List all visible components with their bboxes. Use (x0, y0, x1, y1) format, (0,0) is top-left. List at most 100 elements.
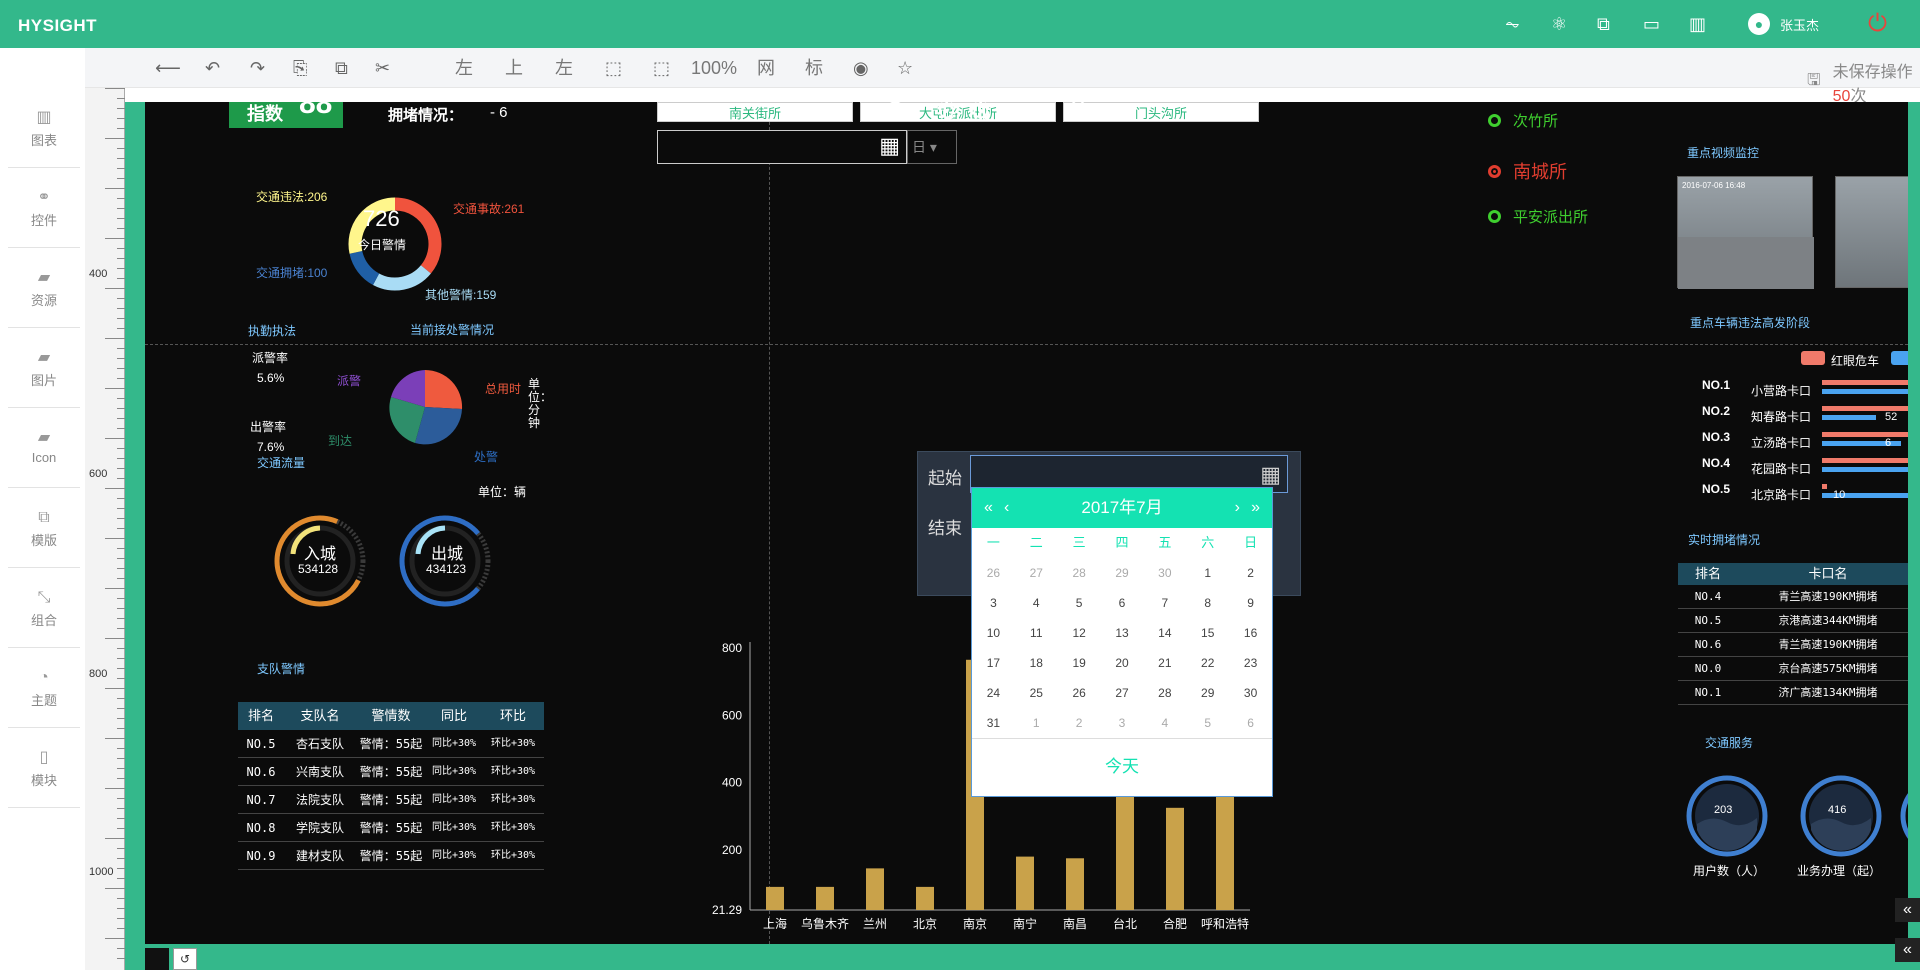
cut-icon[interactable]: ✂ (375, 58, 390, 78)
bar-chart-icon[interactable]: ▥ (1689, 14, 1735, 34)
star-icon[interactable]: ☆ (897, 58, 913, 78)
sidebar-item-resource[interactable]: ▰ 资源 (8, 248, 80, 328)
calendar-day[interactable]: 27 (1101, 678, 1144, 708)
calendar-day[interactable]: 22 (1186, 648, 1229, 678)
calendar-day[interactable]: 4 (1143, 708, 1186, 738)
sidebar-item-image[interactable]: ▰ 图片 (8, 328, 80, 408)
calendar-day[interactable]: 31 (972, 708, 1015, 738)
prev-year-button[interactable]: « (984, 488, 993, 528)
bar[interactable] (1216, 782, 1234, 910)
bar[interactable] (1016, 856, 1034, 910)
today-button[interactable]: 今天 (972, 738, 1272, 796)
calendar-day[interactable]: 14 (1143, 618, 1186, 648)
calendar-icon[interactable]: ▦ (879, 133, 900, 159)
calendar-day[interactable]: 9 (1229, 588, 1272, 618)
bar[interactable] (766, 886, 784, 910)
user-menu[interactable]: ● 张玉杰 (1748, 13, 1819, 35)
calendar-day[interactable]: 29 (1101, 558, 1144, 588)
preview-eye-icon[interactable]: ◉ (853, 58, 869, 78)
bar[interactable] (1066, 858, 1084, 910)
next-year-button[interactable]: » (1251, 488, 1260, 528)
calendar-day[interactable]: 23 (1229, 648, 1272, 678)
fit-icon[interactable]: ⬚ (605, 58, 622, 78)
monitor-icon[interactable]: ▭ (1643, 14, 1689, 34)
color-swatch[interactable] (145, 948, 169, 970)
copy-icon[interactable]: ⎘ (293, 58, 307, 78)
calendar-day[interactable]: 20 (1101, 648, 1144, 678)
align-left2-button[interactable]: 左 (555, 58, 573, 78)
calendar-day[interactable]: 24 (972, 678, 1015, 708)
sidebar-item-group[interactable]: ⤡ 组合 (8, 568, 80, 648)
camera-feed-1[interactable]: 2016-07-06 16:48 (1677, 176, 1814, 289)
collapse-icon[interactable]: « (1895, 898, 1920, 922)
calendar-day[interactable]: 10 (972, 618, 1015, 648)
table-row[interactable]: NO.5 杏石支队 警情：55起 同比+30% 环比+30% (238, 730, 544, 758)
calendar-day[interactable]: 1 (1015, 708, 1058, 738)
bar[interactable] (916, 886, 934, 910)
bar[interactable] (866, 868, 884, 910)
calendar-day[interactable]: 1 (1186, 558, 1229, 588)
calendar-day[interactable]: 13 (1101, 618, 1144, 648)
table-row[interactable]: NO.5 京港高速344KM拥堵 (1678, 609, 1908, 633)
collapse-icon[interactable]: « (1895, 938, 1920, 962)
calendar-day[interactable]: 12 (1058, 618, 1101, 648)
station-item[interactable]: 平安派出所 (1488, 206, 1588, 227)
calendar-day[interactable]: 19 (1058, 648, 1101, 678)
calendar-month-title[interactable]: 2017年7月 (1081, 498, 1162, 517)
table-row[interactable]: NO.6 兴南支队 警情：55起 同比+30% 环比+30% (238, 758, 544, 786)
gear-icon[interactable]: ⚙ (969, 102, 992, 127)
gear-icon[interactable]: ⚙ (935, 102, 958, 127)
save-icon[interactable]: 🖫 (1807, 69, 1821, 96)
table-row[interactable]: NO.7 法院支队 警情：55起 同比+30% 环比+30% (238, 786, 544, 814)
calendar-day[interactable]: 2 (1058, 708, 1101, 738)
bar[interactable] (816, 886, 834, 910)
calendar-day[interactable]: 28 (1143, 678, 1186, 708)
tab-station-1[interactable]: 南关街所 (657, 102, 853, 122)
calendar-day[interactable]: 26 (972, 558, 1015, 588)
calendar-day[interactable]: 17 (972, 648, 1015, 678)
calendar-day[interactable]: 8 (1186, 588, 1229, 618)
next-month-button[interactable]: › (1235, 488, 1240, 528)
puzzle-icon[interactable]: ⧉ (1597, 14, 1643, 34)
atom-icon[interactable]: ⚛ (1551, 14, 1597, 34)
calendar-day[interactable]: 5 (1058, 588, 1101, 618)
power-icon[interactable]: ⏻ (1868, 10, 1887, 38)
table-row[interactable]: NO.8 学院支队 警情：55起 同比+30% 环比+30% (238, 814, 544, 842)
station-item[interactable]: 南城所 (1488, 158, 1567, 184)
guide-line-horizontal[interactable] (145, 344, 1908, 345)
calendar-day[interactable]: 2 (1229, 558, 1272, 588)
station-item[interactable]: 次竹所 (1488, 110, 1558, 131)
calendar-day[interactable]: 4 (1015, 588, 1058, 618)
bar[interactable] (1116, 779, 1134, 910)
prev-month-button[interactable]: ‹ (1004, 488, 1009, 528)
bar[interactable] (1166, 807, 1184, 910)
calendar-day[interactable]: 27 (1015, 558, 1058, 588)
calendar-day[interactable]: 18 (1015, 648, 1058, 678)
align-left-button[interactable]: 左 (455, 58, 473, 78)
calendar-day[interactable]: 15 (1186, 618, 1229, 648)
line-chart-icon[interactable]: ⏦ (1505, 14, 1551, 34)
table-row[interactable]: NO.1 济广高速134KM拥堵 (1678, 681, 1908, 705)
sidebar-item-module[interactable]: ▯ 模块 (8, 728, 80, 808)
calendar-day[interactable]: 3 (972, 588, 1015, 618)
calendar-day[interactable]: 3 (1101, 708, 1144, 738)
calendar-day[interactable]: 28 (1058, 558, 1101, 588)
table-row[interactable]: NO.6 青兰高速190KM拥堵 (1678, 633, 1908, 657)
calendar-day[interactable]: 6 (1229, 708, 1272, 738)
sidebar-item-icon[interactable]: ▰ Icon (8, 408, 80, 488)
close-icon[interactable]: ✖ (1068, 102, 1088, 125)
sidebar-item-chart[interactable]: ▥ 图表 (8, 88, 80, 168)
calendar-day[interactable]: 7 (1143, 588, 1186, 618)
calendar-day[interactable]: 5 (1186, 708, 1229, 738)
calendar-day[interactable]: 29 (1186, 678, 1229, 708)
calendar-day[interactable]: 11 (1015, 618, 1058, 648)
sidebar-item-template[interactable]: ⧉ 模版 (8, 488, 80, 568)
sidebar-item-control[interactable]: ⚭ 控件 (8, 168, 80, 248)
date-input-top[interactable]: ▦ (657, 130, 907, 164)
align-top-button[interactable]: 上 (505, 58, 523, 78)
reset-icon[interactable]: ↺ (173, 948, 197, 970)
mark-toggle[interactable]: 标 (805, 58, 823, 78)
calendar-day[interactable]: 21 (1143, 648, 1186, 678)
calendar-day[interactable]: 30 (1143, 558, 1186, 588)
paste-icon[interactable]: ⧉ (335, 58, 348, 78)
